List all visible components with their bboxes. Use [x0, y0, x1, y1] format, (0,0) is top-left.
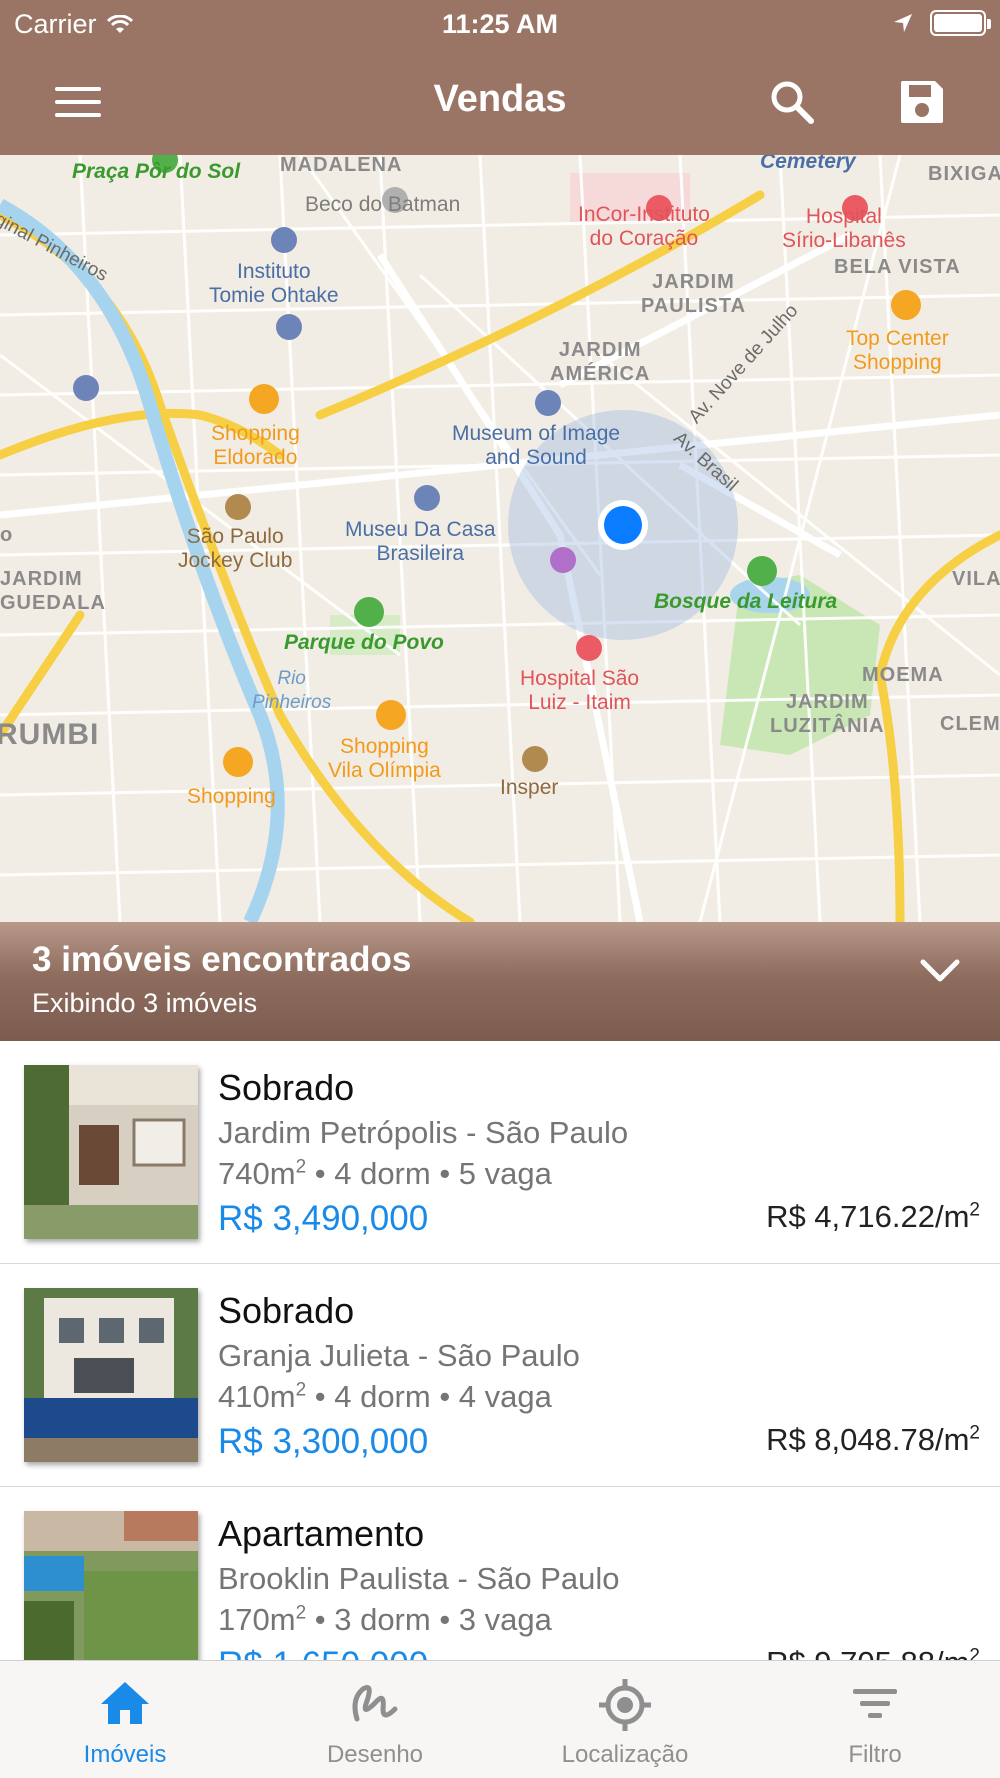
listing-row[interactable]: Sobrado Jardim Petrópolis - São Paulo 74… [0, 1041, 1000, 1264]
map-label: Insper [500, 776, 559, 799]
listing-row[interactable]: Sobrado Granja Julieta - São Paulo 410m2… [0, 1264, 1000, 1487]
listing-type: Sobrado [218, 1067, 355, 1108]
listing-price: R$ 1,650,000 [218, 1645, 428, 1660]
map-label: VILA [952, 568, 1000, 590]
battery-icon [930, 10, 991, 36]
expand-button[interactable] [920, 958, 960, 989]
map-label: Shopping Eldorado [211, 422, 300, 469]
map-label: Museum of Image and Sound [452, 422, 621, 469]
map-label: Rio Pinheiros [252, 668, 332, 713]
listing-location: Brooklin Paulista - São Paulo [218, 1561, 620, 1596]
map-label: JARDIM LUZITÂNIA [770, 691, 885, 737]
map-label: Hospital São Luiz - Itaim [520, 667, 640, 714]
save-button[interactable] [892, 72, 952, 132]
listing-price: R$ 3,490,000 [218, 1199, 429, 1238]
navigation-bar: Vendas [0, 50, 1000, 155]
listing-specs: 170m2 • 3 dorm • 3 vaga [218, 1602, 552, 1637]
top-bar: Carrier 11:25 AM Vendas [0, 0, 1000, 155]
listing-type: Apartamento [218, 1513, 425, 1554]
tab-label: Localização [561, 1741, 689, 1768]
listing-price-per-m2: R$ 4,716.22/m2 [766, 1199, 980, 1234]
listing-row[interactable]: Apartamento Brooklin Paulista - São Paul… [0, 1487, 1000, 1660]
map-label: Beco do Batman [305, 193, 461, 216]
listing-specs: 740m2 • 4 dorm • 5 vaga [218, 1156, 552, 1191]
map-label: Bosque da Leitura [654, 590, 838, 613]
search-button[interactable] [762, 72, 822, 132]
map-label: Shopping [187, 785, 276, 808]
tab-label: Imóveis [83, 1741, 167, 1768]
tab-imoveis[interactable]: Imóveis [0, 1661, 250, 1778]
tab-label: Filtro [848, 1741, 902, 1768]
map-label: Parque do Povo [284, 631, 444, 654]
location-arrow-icon [894, 14, 912, 32]
chevron-down-icon [920, 959, 960, 982]
map-label: BELA VISTA [834, 256, 961, 278]
listing-price: R$ 3,300,000 [218, 1422, 429, 1461]
map-label: São Paulo Jockey Club [178, 525, 293, 572]
listing-price-per-m2: R$ 8,048.78/m2 [766, 1422, 980, 1457]
map-label: JARDIM GUEDALA [0, 568, 106, 614]
map-label: Hospital Sírio-Libanês [782, 205, 906, 252]
listing-location: Jardim Petrópolis - São Paulo [218, 1115, 629, 1150]
home-icon [101, 1682, 149, 1724]
tab-localizacao[interactable]: Localização [500, 1661, 750, 1778]
draw-icon [352, 1685, 398, 1722]
results-showing: Exibindo 3 imóveis [32, 988, 258, 1018]
map-label: Top Center Shopping [846, 327, 949, 374]
listing-photo [24, 1511, 198, 1660]
map-label: JARDIM PAULISTA [641, 271, 747, 317]
map-label: BIXIGA [928, 163, 1000, 185]
status-bar: Carrier 11:25 AM [0, 0, 1000, 50]
tab-desenho[interactable]: Desenho [250, 1661, 500, 1778]
listing-price-per-m2: R$ 9,705.88/m2 [766, 1645, 980, 1660]
map-label: JARDIM AMÉRICA [550, 339, 651, 385]
listing-photo [24, 1065, 198, 1239]
listing-location: Granja Julieta - São Paulo [218, 1338, 580, 1373]
search-icon [771, 81, 814, 124]
save-icon [901, 81, 943, 123]
listing-specs: 410m2 • 4 dorm • 4 vaga [218, 1379, 552, 1414]
tab-filtro[interactable]: Filtro [750, 1661, 1000, 1778]
map-label: MOEMA [862, 664, 944, 686]
map-label: Museu Da Casa Brasileira [345, 518, 496, 565]
page-title: Vendas [433, 78, 567, 120]
results-count: 3 imóveis encontrados [32, 940, 412, 979]
map-label: CLEM [940, 713, 1000, 735]
map-label: Cemetery [760, 155, 856, 173]
map-label: Praça Pôr do Sol [72, 160, 241, 183]
listing-type: Sobrado [218, 1290, 355, 1331]
tab-label: Desenho [326, 1741, 424, 1768]
map-label: MADALENA [280, 155, 403, 176]
status-time: 11:25 AM [441, 9, 559, 39]
listing-list[interactable]: Sobrado Jardim Petrópolis - São Paulo 74… [0, 1041, 1000, 1660]
location-icon [599, 1679, 651, 1731]
map-label: Instituto Tomie Ohtake [209, 260, 339, 307]
filter-icon [853, 1689, 897, 1718]
results-header[interactable]: 3 imóveis encontrados Exibindo 3 imóveis [0, 922, 1000, 1041]
tab-bar: Imóveis Desenho Localização Filtro [0, 1660, 1000, 1778]
map-label: RUMBI [0, 718, 100, 751]
listing-photo [24, 1288, 198, 1462]
map-view[interactable]: Praça Pôr do Sol MADALENA Cemetery BIXIG… [0, 155, 1000, 922]
map-label: Shopping Vila Olímpia [328, 735, 441, 782]
map-label: o [0, 524, 14, 546]
map-label: InCor-Instituto do Coração [578, 203, 710, 250]
